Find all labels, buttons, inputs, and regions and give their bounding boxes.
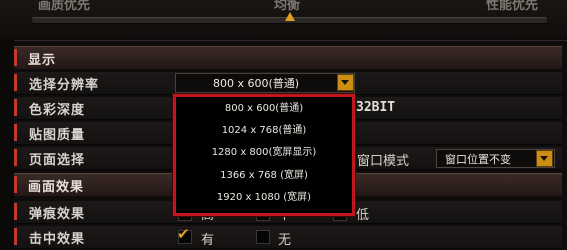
row-marker [14,203,17,220]
quality-slider-thumb[interactable] [284,12,295,21]
option-label-yes: 有 [201,233,215,248]
quality-slider-strip: 画质优先 均衡 性能优先 [0,0,567,38]
option-label-no: 无 [278,233,292,248]
slider-right-label: 性能优先 [486,0,539,13]
option-label-low: 低 [356,208,370,223]
resolution-option[interactable]: 1920 x 1080 (宽屏) [176,189,352,207]
window-mode-label: 窗口模式 [357,154,410,169]
row-marker [14,74,17,91]
resolution-option[interactable]: 1024 x 768(普通) [176,122,352,140]
row-marker [14,228,17,245]
section-title-effects: 画面效果 [28,180,85,195]
section-title-display: 显示 [28,53,57,68]
checkbox-hit-no[interactable] [256,230,270,244]
resolution-option[interactable]: 800 x 600(普通) [176,100,352,118]
label-color-depth: 色彩深度 [29,103,86,118]
resolution-dropdown-list: 800 x 600(普通) 1024 x 768(普通) 1280 x 800(… [173,94,355,216]
resolution-select[interactable]: 800 x 600(普通) [175,73,355,93]
row-marker [14,99,17,116]
label-hit-effect: 击中效果 [29,232,86,247]
slider-left-label: 画质优先 [38,0,91,13]
check-icon: ✔ [177,225,190,243]
window-mode-value: 窗口位置不变 [445,153,511,166]
chevron-down-icon[interactable] [536,150,553,167]
label-resolution: 选择分辨率 [29,78,100,93]
section-header-display: 显示 [14,46,562,70]
label-page-select: 页面选择 [29,153,86,168]
label-bullet-hole-effect: 弹痕效果 [29,207,86,222]
color-depth-value[interactable]: 32BIT [356,100,395,115]
resolution-selected-value: 800 x 600(普通) [212,77,300,90]
section-marker [14,49,17,66]
window-mode-select[interactable]: 窗口位置不变 [436,149,555,168]
row-marker [14,124,17,141]
label-texture-quality: 贴图质量 [29,128,86,143]
section-marker [14,176,17,193]
resolution-option[interactable]: 1280 x 800(宽屏显示) [176,144,352,162]
chevron-down-icon[interactable] [337,74,354,91]
resolution-option[interactable]: 1366 x 768 (宽屏) [176,167,352,185]
row-marker [14,149,17,166]
